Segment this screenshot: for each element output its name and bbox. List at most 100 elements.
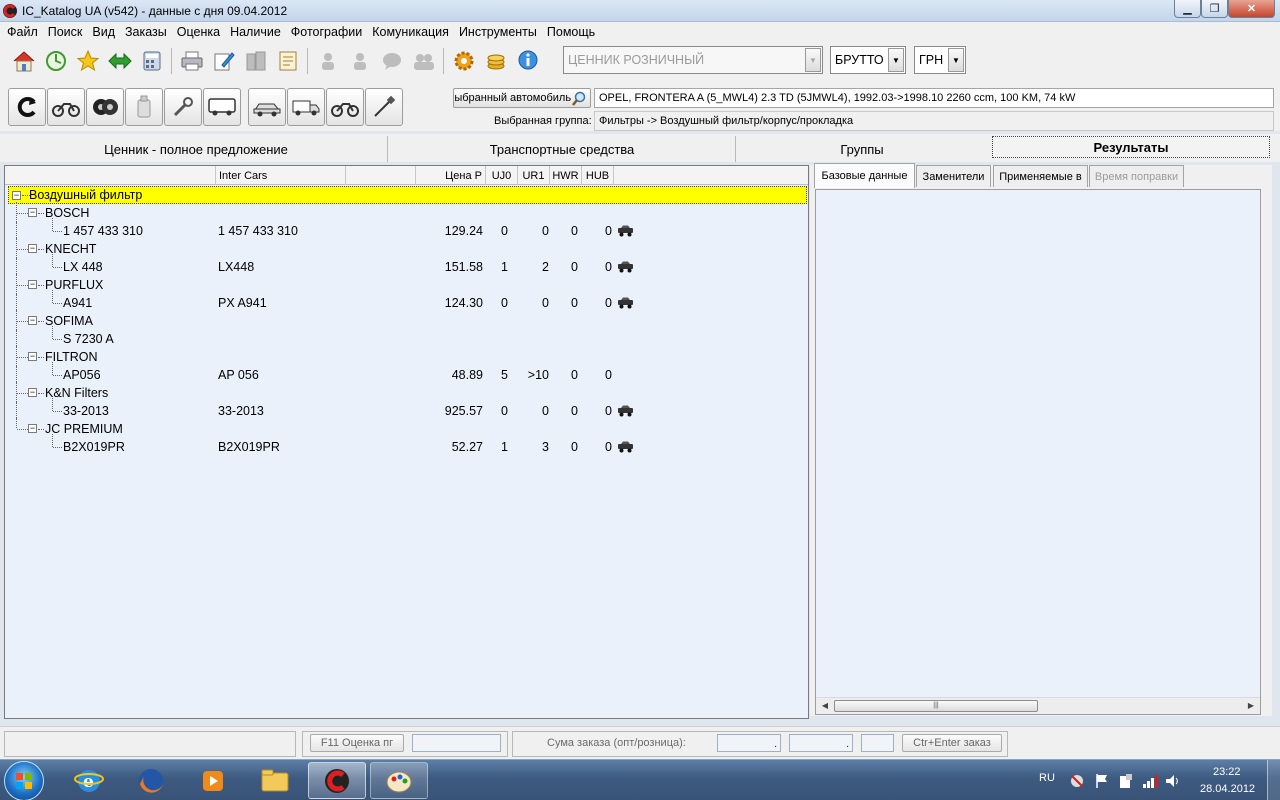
chevron-down-icon[interactable]: ▼ xyxy=(948,48,964,72)
taskbar-ic-katalog[interactable] xyxy=(308,762,366,799)
maximize-button[interactable]: ❐ xyxy=(1201,0,1228,18)
device-icon[interactable] xyxy=(1117,772,1135,790)
column-header-uj0[interactable]: UJ0 xyxy=(486,166,518,185)
column-header-blank[interactable] xyxy=(346,166,416,185)
home-icon[interactable] xyxy=(8,46,40,76)
tab-substitutes[interactable]: Заменители xyxy=(916,165,991,187)
taskbar-internet-explorer[interactable]: e xyxy=(60,762,118,799)
clock-time[interactable]: 23:22 xyxy=(1213,766,1241,778)
collapse-icon[interactable]: − xyxy=(28,244,37,253)
collapse-icon[interactable]: − xyxy=(28,352,37,361)
vehicle-applicability-icon[interactable] xyxy=(617,405,634,417)
menu-photos[interactable]: Фотографии xyxy=(286,25,367,39)
tab-vehicles[interactable]: Транспортные средства xyxy=(389,136,736,162)
collapse-icon[interactable]: − xyxy=(28,280,37,289)
currency-select[interactable]: ГРН ▼ xyxy=(914,46,966,74)
menu-communication[interactable]: Комуникация xyxy=(367,25,454,39)
column-header-hub[interactable]: HUB xyxy=(582,166,614,185)
chevron-down-icon[interactable]: ▼ xyxy=(805,48,821,72)
collapse-icon[interactable]: − xyxy=(28,208,37,217)
tree-root-row[interactable]: − Воздушный фильтр xyxy=(8,186,807,204)
f11-estimate-button[interactable]: F11 Оценка пг xyxy=(310,734,404,752)
scrollbar-thumb[interactable]: ||| xyxy=(834,700,1038,712)
menu-search[interactable]: Поиск xyxy=(43,25,88,39)
collapse-icon[interactable]: − xyxy=(28,316,37,325)
taskbar-firefox[interactable] xyxy=(122,762,180,799)
signal-strength-icon[interactable] xyxy=(1141,772,1159,790)
tires-button[interactable] xyxy=(86,88,124,126)
scroll-right-icon[interactable]: ▶ xyxy=(1244,700,1258,712)
tab-price-list[interactable]: Ценник - полное предложение xyxy=(5,136,388,162)
show-desktop-button[interactable] xyxy=(1267,760,1280,800)
tree-part-row[interactable]: 1 457 433 310 1 457 433 310 129.24 0 0 0 0 xyxy=(5,218,808,240)
bus-button[interactable] xyxy=(203,88,241,126)
gross-net-select[interactable]: БРУТТО ▼ xyxy=(830,46,906,74)
tree-brand-row[interactable]: − JC PREMIUM xyxy=(5,418,808,438)
collapse-icon[interactable]: − xyxy=(28,388,37,397)
taskbar-explorer[interactable] xyxy=(246,762,304,799)
tab-applied-in[interactable]: Применяемые в xyxy=(993,165,1088,187)
language-indicator[interactable]: RU xyxy=(1039,772,1055,784)
column-header-hwr[interactable]: HWR xyxy=(550,166,582,185)
tree-part-row[interactable]: B2X019PR B2X019PR 52.27 1 3 0 0 xyxy=(5,434,808,456)
vehicle-applicability-icon[interactable] xyxy=(617,441,634,453)
price-list-select[interactable]: ЦЕННИК РОЗНИЧНЫЙ ▼ xyxy=(563,46,823,74)
menu-tools[interactable]: Инструменты xyxy=(454,25,542,39)
ctrl-enter-order-button[interactable]: Ctr+Enter заказ xyxy=(902,734,1002,752)
menu-view[interactable]: Вид xyxy=(87,25,120,39)
refresh-icon[interactable] xyxy=(40,46,72,76)
vehicle-applicability-icon[interactable] xyxy=(617,297,634,309)
pencil-edit-icon[interactable] xyxy=(208,46,240,76)
tree-brand-row[interactable]: − PURFLUX xyxy=(5,274,808,294)
column-header-inter-cars[interactable]: Inter Cars xyxy=(216,166,346,185)
tree-brand-row[interactable]: − FILTRON xyxy=(5,346,808,366)
clock-date[interactable]: 28.04.2012 xyxy=(1200,783,1255,795)
volume-icon[interactable] xyxy=(1164,772,1182,790)
selected-vehicle-button[interactable]: Выбранный автомобиль xyxy=(453,88,591,108)
motorcycle-button[interactable] xyxy=(47,88,85,126)
menu-estimate[interactable]: Оценка xyxy=(172,25,225,39)
vehicle-applicability-icon[interactable] xyxy=(617,261,634,273)
exchange-arrows-icon[interactable] xyxy=(104,46,136,76)
car-button[interactable] xyxy=(248,88,286,126)
taskbar-paint[interactable] xyxy=(370,762,428,799)
truck-button[interactable] xyxy=(287,88,325,126)
oil-can-button[interactable] xyxy=(125,88,163,126)
estimate-field[interactable] xyxy=(412,734,501,752)
close-button[interactable]: ✕ xyxy=(1228,0,1275,18)
tree-part-row[interactable]: AP056 AP 056 48.89 5 >10 0 0 xyxy=(5,362,808,384)
favorites-star-icon[interactable] xyxy=(72,46,104,76)
column-header-ur1[interactable]: UR1 xyxy=(518,166,550,185)
menu-availability[interactable]: Наличие xyxy=(225,25,286,39)
info-icon[interactable] xyxy=(512,46,544,76)
printer-icon[interactable] xyxy=(176,46,208,76)
scroll-left-icon[interactable]: ◀ xyxy=(818,700,832,712)
tree-part-row[interactable]: A941 PX A941 124.30 0 0 0 0 xyxy=(5,290,808,312)
menu-orders[interactable]: Заказы xyxy=(120,25,172,39)
tree-brand-row[interactable]: − SOFIMA xyxy=(5,310,808,330)
tree-brand-row[interactable]: − K&N Filters xyxy=(5,382,808,402)
menu-help[interactable]: Помощь xyxy=(542,25,600,39)
moto-parts-button[interactable] xyxy=(326,88,364,126)
tools-button[interactable] xyxy=(164,88,202,126)
start-button[interactable] xyxy=(4,761,44,800)
minimize-button[interactable]: ▁ xyxy=(1174,0,1201,18)
settings-gears-icon[interactable] xyxy=(448,46,480,76)
tree-part-row[interactable]: 33-2013 33-2013 925.57 0 0 0 0 xyxy=(5,398,808,420)
chevron-down-icon[interactable]: ▼ xyxy=(888,48,904,72)
document-list-icon[interactable] xyxy=(272,46,304,76)
tab-groups[interactable]: Группы xyxy=(737,136,987,162)
collapse-icon[interactable]: − xyxy=(28,424,37,433)
tree-part-row[interactable]: S 7230 A xyxy=(5,326,808,348)
column-header-name[interactable] xyxy=(5,166,216,185)
calculator-icon[interactable] xyxy=(136,46,168,76)
tree-brand-row[interactable]: − BOSCH xyxy=(5,202,808,222)
tab-basic-data[interactable]: Базовые данные xyxy=(814,163,915,188)
tree-brand-row[interactable]: − KNECHT xyxy=(5,238,808,258)
network-warning-icon[interactable] xyxy=(1068,772,1086,790)
vehicle-applicability-icon[interactable] xyxy=(617,225,634,237)
tree-part-row[interactable]: LX 448 LX448 151.58 1 2 0 0 xyxy=(5,254,808,276)
tab-results[interactable]: Результаты xyxy=(992,136,1270,158)
coins-icon[interactable] xyxy=(480,46,512,76)
column-header-price[interactable]: Цена Р xyxy=(416,166,486,185)
